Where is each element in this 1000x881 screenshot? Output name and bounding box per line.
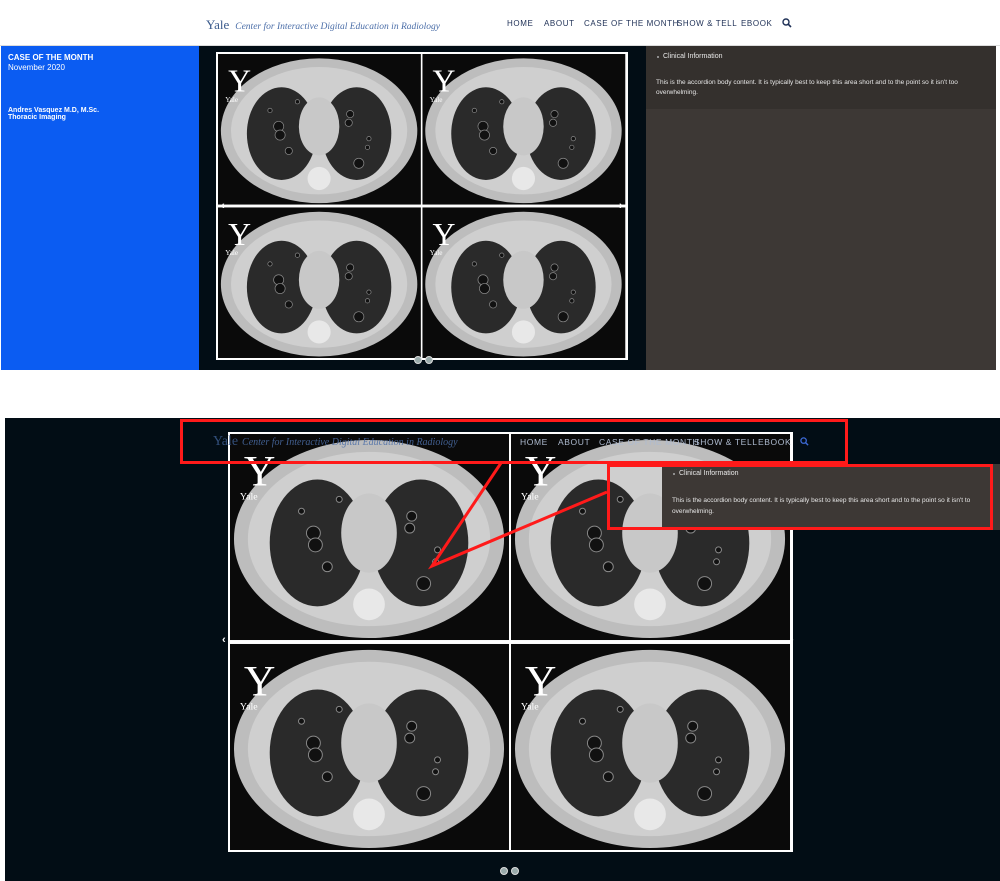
yale-watermark-icon: Y (228, 64, 251, 99)
carousel-dot[interactable] (414, 356, 422, 364)
ct-image[interactable]: YYale (230, 643, 510, 850)
yale-watermark-icon: Y (432, 217, 455, 252)
ct-image[interactable]: YYale (422, 54, 626, 205)
ct-image[interactable]: YYale (218, 207, 421, 358)
carousel-indicators (414, 351, 436, 369)
nav-case-of-the-month[interactable]: CASE OF THE MONTH (584, 19, 679, 28)
case-department: Thoracic Imaging (8, 114, 66, 121)
case-info-panel: CASE OF THE MONTH November 2020 Andres V… (1, 46, 199, 370)
case-author: Andres Vasquez M.D, M.Sc. (8, 107, 100, 114)
yale-watermark-icon: Y (244, 658, 276, 706)
carousel-prev-icon[interactable]: ‹ (222, 634, 226, 646)
ct-image[interactable]: YYale (422, 207, 626, 358)
accordion-body: This is the accordion body content. It i… (656, 79, 958, 96)
ct-image[interactable]: YYale (218, 54, 421, 205)
annotation-box-accordion (607, 464, 993, 530)
accordion-item[interactable]: Clinical Information This is the accordi… (646, 46, 996, 109)
yale-watermark-sub: Yale (430, 249, 443, 257)
navbar: Yale Center for Interactive Digital Educ… (0, 0, 1000, 46)
yale-watermark-sub: Yale (240, 701, 258, 712)
accordion-title[interactable]: Clinical Information (663, 53, 723, 60)
carousel-dot[interactable] (511, 867, 519, 875)
nav-ebook[interactable]: EBOOK (741, 19, 772, 28)
annotation-box-nav (180, 419, 848, 464)
ct-image[interactable]: YYale (510, 643, 791, 850)
site-logo[interactable]: Yale Center for Interactive Digital Educ… (206, 16, 440, 34)
ct-image-grid[interactable]: Y Yale Y Yale Y Yale Y Yale (216, 52, 628, 360)
carousel-next-icon[interactable]: › (790, 634, 794, 646)
ct-image[interactable]: YYale (230, 434, 510, 641)
yale-watermark-sub: Yale (240, 491, 258, 502)
brand-yale: Yale (206, 17, 230, 32)
yale-watermark-sub: Yale (430, 96, 443, 104)
yale-watermark-icon: Y (525, 658, 557, 706)
ct-grid-svg: YYaleYYaleYYaleYYale (218, 54, 626, 358)
carousel-indicators (500, 862, 522, 880)
yale-watermark-icon: Y (432, 64, 455, 99)
case-title: CASE OF THE MONTH (8, 53, 94, 62)
carousel-next-icon[interactable]: › (619, 200, 623, 212)
nav-home[interactable]: HOME (507, 19, 533, 28)
yale-watermark-icon: Y (228, 217, 251, 252)
yale-watermark-sub: Yale (225, 96, 238, 104)
yale-watermark-sub: Yale (225, 249, 238, 257)
carousel-prev-icon[interactable]: ‹ (221, 200, 225, 212)
top-screenshot: Yale Center for Interactive Digital Educ… (0, 0, 1000, 372)
nav-show-and-tell[interactable]: SHOW & TELL (677, 19, 737, 28)
carousel-dot[interactable] (500, 867, 508, 875)
bullet-icon (657, 56, 659, 58)
yale-watermark-sub: Yale (521, 701, 539, 712)
case-date: November 2020 (8, 63, 65, 72)
brand-center-name: Center for Interactive Digital Education… (235, 22, 440, 32)
yale-watermark-sub: Yale (521, 491, 539, 502)
nav-about[interactable]: ABOUT (544, 19, 575, 28)
clinical-info-panel: Clinical Information This is the accordi… (646, 46, 996, 370)
carousel-dot[interactable] (425, 356, 433, 364)
search-icon[interactable] (782, 18, 792, 28)
